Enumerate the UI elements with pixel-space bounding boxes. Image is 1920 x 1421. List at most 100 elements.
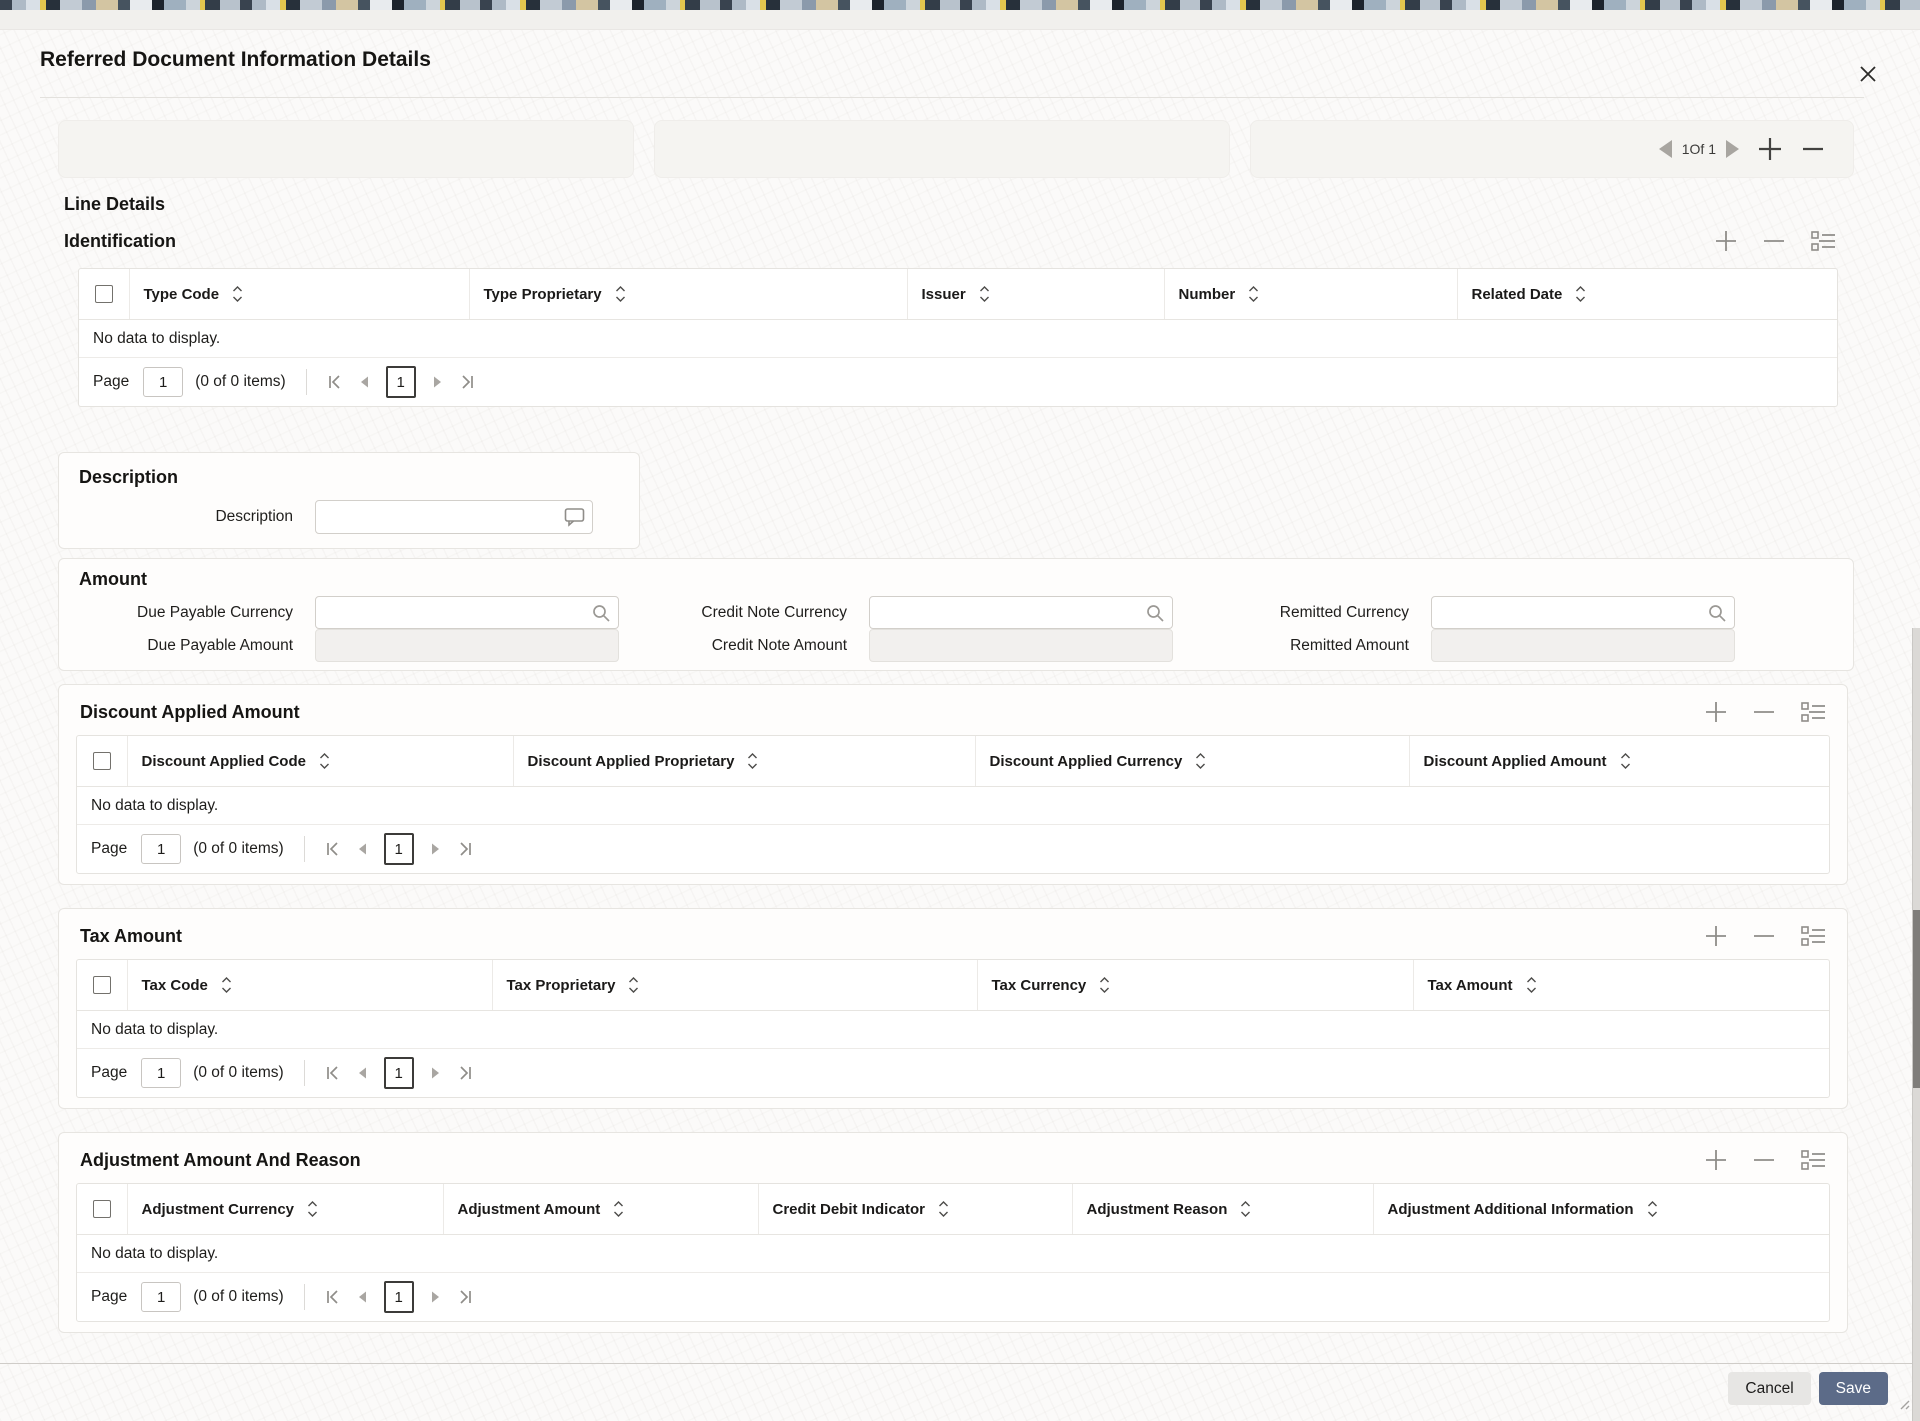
select-all-checkbox[interactable] [93,976,111,994]
col-discount-proprietary[interactable]: Discount Applied Proprietary [513,736,975,787]
search-icon[interactable] [1707,603,1727,623]
due-payable-amount-input[interactable] [315,629,619,662]
add-record-button[interactable] [1757,136,1783,162]
current-page-indicator[interactable]: 1 [384,1281,414,1313]
sort-icon [1575,285,1586,303]
col-type-proprietary[interactable]: Type Proprietary [469,269,907,320]
discount-add-row-button[interactable] [1705,701,1727,723]
remove-record-button[interactable] [1801,136,1825,162]
current-page-indicator[interactable]: 1 [386,366,416,398]
vertical-scrollbar[interactable] [1912,628,1920,1421]
credit-note-currency-input[interactable] [869,596,1173,629]
select-all-checkbox[interactable] [95,285,113,303]
scrollbar-thumb[interactable] [1913,910,1920,1088]
discount-remove-row-button[interactable] [1753,701,1775,723]
page-label: Page [93,373,129,391]
record-prev-icon[interactable] [1659,140,1672,158]
last-page-button[interactable] [458,1290,473,1304]
identification-remove-row-button[interactable] [1763,230,1785,252]
sort-icon [221,976,232,994]
previous-page-button[interactable] [356,842,368,856]
plus-icon [1705,1149,1727,1171]
next-page-button[interactable] [430,842,442,856]
first-page-button[interactable] [325,842,340,856]
credit-note-currency-label: Credit Note Currency [619,604,869,622]
identification-add-row-button[interactable] [1715,230,1737,252]
tax-column-options-button[interactable] [1801,926,1826,946]
current-page-indicator[interactable]: 1 [384,833,414,865]
select-all-checkbox[interactable] [93,1200,111,1218]
page-label: Page [91,840,127,858]
no-data-text: No data to display. [77,1235,1829,1273]
page-number-input[interactable] [143,367,183,397]
close-button[interactable] [1854,60,1882,88]
tax-remove-row-button[interactable] [1753,925,1775,947]
next-page-button[interactable] [430,1066,442,1080]
col-number[interactable]: Number [1164,269,1457,320]
first-page-button[interactable] [325,1066,340,1080]
col-adjustment-additional-information[interactable]: Adjustment Additional Information [1373,1184,1829,1235]
referred-document-dialog: Referred Document Information Details 1O… [0,0,1920,1421]
search-icon[interactable] [1145,603,1165,623]
sort-icon [1195,752,1206,770]
sort-icon [1647,1200,1658,1218]
description-input[interactable] [315,500,593,534]
col-discount-currency[interactable]: Discount Applied Currency [975,736,1409,787]
last-page-button[interactable] [458,1066,473,1080]
sort-icon [307,1200,318,1218]
checklist-icon [1801,926,1826,946]
remitted-amount-input[interactable] [1431,629,1735,662]
summary-panels: 1Of 1 [58,120,1854,178]
adjustment-add-row-button[interactable] [1705,1149,1727,1171]
remitted-currency-input[interactable] [1431,596,1735,629]
items-count: (0 of 0 items) [195,373,285,391]
page-number-input[interactable] [141,834,181,864]
select-all-checkbox[interactable] [93,752,111,770]
sort-icon [1240,1200,1251,1218]
identification-table: Type Code Type Proprietary Issuer Number… [78,268,1838,407]
previous-page-icon [356,1290,368,1304]
col-adjustment-amount[interactable]: Adjustment Amount [443,1184,758,1235]
identification-column-options-button[interactable] [1811,231,1836,251]
discount-column-options-button[interactable] [1801,702,1826,722]
cancel-button[interactable]: Cancel [1728,1372,1810,1405]
col-tax-proprietary[interactable]: Tax Proprietary [492,960,977,1011]
previous-page-button[interactable] [356,1290,368,1304]
last-page-button[interactable] [458,842,473,856]
resize-grip-icon[interactable] [1898,1398,1910,1410]
col-tax-code[interactable]: Tax Code [127,960,492,1011]
previous-page-button[interactable] [358,375,370,389]
col-tax-amount[interactable]: Tax Amount [1413,960,1829,1011]
record-next-icon[interactable] [1726,140,1739,158]
first-page-button[interactable] [325,1290,340,1304]
credit-note-amount-input[interactable] [869,629,1173,662]
line-details-title: Line Details [64,194,165,215]
due-payable-currency-input[interactable] [315,596,619,629]
col-discount-amount[interactable]: Discount Applied Amount [1409,736,1829,787]
col-tax-currency[interactable]: Tax Currency [977,960,1413,1011]
tax-table: Tax Code Tax Proprietary Tax Currency Ta… [76,959,1830,1098]
first-page-button[interactable] [327,375,342,389]
col-adjustment-currency[interactable]: Adjustment Currency [127,1184,443,1235]
adjustment-pagination: Page (0 of 0 items) 1 [77,1273,1829,1321]
adjustment-column-options-button[interactable] [1801,1150,1826,1170]
col-type-code[interactable]: Type Code [129,269,469,320]
current-page-indicator[interactable]: 1 [384,1057,414,1089]
col-issuer[interactable]: Issuer [907,269,1164,320]
col-related-date[interactable]: Related Date [1457,269,1837,320]
previous-page-button[interactable] [356,1066,368,1080]
last-page-button[interactable] [460,375,475,389]
col-adjustment-reason[interactable]: Adjustment Reason [1072,1184,1373,1235]
adjustment-remove-row-button[interactable] [1753,1149,1775,1171]
record-pager-panel: 1Of 1 [1250,120,1854,178]
save-button[interactable]: Save [1819,1372,1888,1405]
comment-bubble-icon[interactable] [564,508,585,527]
search-icon[interactable] [591,603,611,623]
tax-add-row-button[interactable] [1705,925,1727,947]
col-credit-debit-indicator[interactable]: Credit Debit Indicator [758,1184,1072,1235]
page-number-input[interactable] [141,1058,181,1088]
next-page-button[interactable] [430,1290,442,1304]
next-page-button[interactable] [432,375,444,389]
col-discount-code[interactable]: Discount Applied Code [127,736,513,787]
page-number-input[interactable] [141,1282,181,1312]
